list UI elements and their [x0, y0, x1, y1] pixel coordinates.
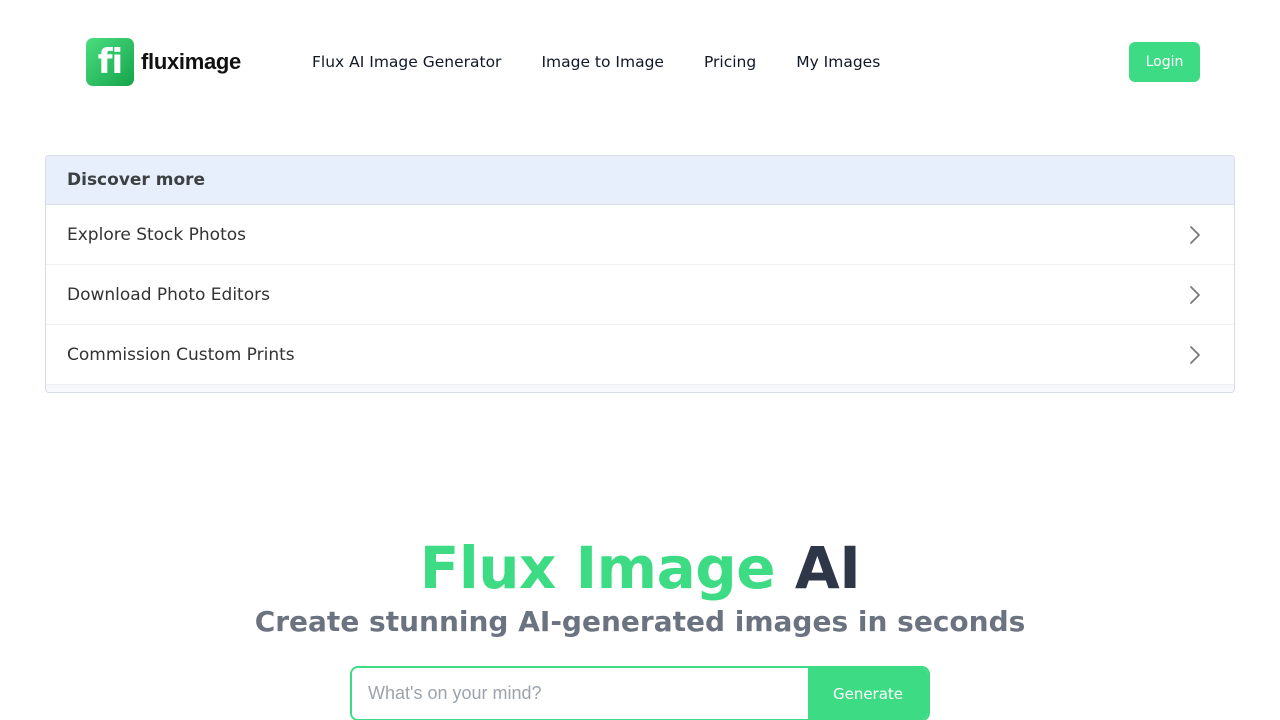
- discover-title: Discover more: [67, 170, 206, 190]
- hero-title-suffix: AI: [794, 534, 861, 602]
- site-header: fi fluximage Flux AI Image Generator Ima…: [0, 0, 1280, 124]
- prompt-input[interactable]: [352, 668, 808, 719]
- login-button[interactable]: Login: [1129, 42, 1200, 82]
- discover-item-custom-prints[interactable]: Commission Custom Prints: [46, 325, 1234, 385]
- hero-title-highlight: Flux Image: [419, 534, 776, 602]
- nav-item-my-images[interactable]: My Images: [796, 52, 880, 72]
- discover-item-label: Download Photo Editors: [67, 284, 270, 305]
- prompt-form: Generate: [350, 666, 930, 720]
- hero-title: Flux Image AI: [0, 532, 1280, 604]
- logo-link[interactable]: fi fluximage: [86, 38, 241, 86]
- brand-name: fluximage: [141, 49, 241, 74]
- nav-item-pricing[interactable]: Pricing: [704, 52, 756, 72]
- discover-footer-strip: [46, 385, 1234, 392]
- discover-more-panel: Discover more Explore Stock Photos Downl…: [45, 155, 1235, 393]
- discover-item-label: Commission Custom Prints: [67, 344, 295, 365]
- chevron-right-icon: [1190, 345, 1200, 364]
- discover-header: Discover more: [46, 156, 1234, 205]
- chevron-right-icon: [1190, 285, 1200, 304]
- nav-item-flux-ai-image-generator[interactable]: Flux AI Image Generator: [312, 52, 501, 72]
- nav-item-image-to-image[interactable]: Image to Image: [541, 52, 664, 72]
- hero-subtitle: Create stunning AI-generated images in s…: [254, 605, 1026, 638]
- discover-item-photo-editors[interactable]: Download Photo Editors: [46, 265, 1234, 325]
- discover-item-stock-photos[interactable]: Explore Stock Photos: [46, 205, 1234, 265]
- discover-item-label: Explore Stock Photos: [67, 224, 246, 245]
- logo-icon: fi: [86, 38, 134, 86]
- generate-button[interactable]: Generate: [808, 668, 928, 719]
- main-nav: Flux AI Image Generator Image to Image P…: [312, 52, 920, 72]
- chevron-right-icon: [1190, 225, 1200, 244]
